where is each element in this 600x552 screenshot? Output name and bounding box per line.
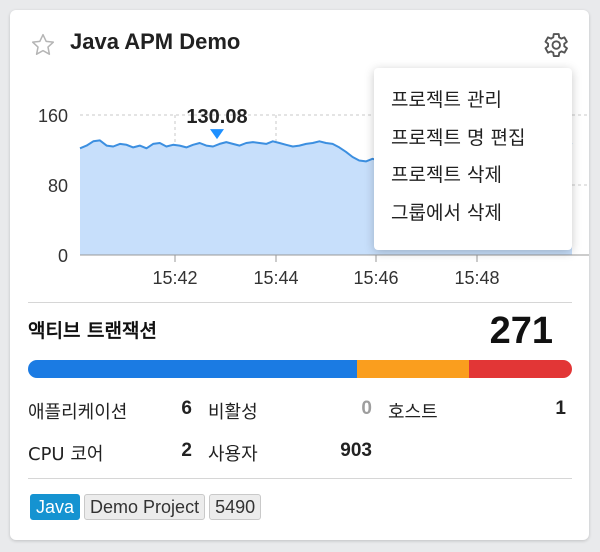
- x-tick-label: 15:48: [454, 268, 499, 288]
- active-transactions-bar[interactable]: [28, 360, 572, 378]
- stat-applications-label: 애플리케이션: [28, 402, 128, 423]
- y-tick-label: 80: [48, 176, 68, 196]
- stat-cpu-cores-value: 2: [181, 440, 192, 461]
- tag-java[interactable]: Java: [30, 494, 81, 520]
- tag-project-code[interactable]: 5490: [209, 494, 262, 520]
- menu-item-edit-project-name[interactable]: 프로젝트 명 편집: [374, 120, 572, 158]
- stat-cpu-cores-label: CPU 코어: [28, 444, 104, 465]
- star-outline-icon[interactable]: [30, 32, 56, 58]
- active-transactions-value: 271: [489, 310, 553, 352]
- tag-list: Java Demo Project 5490: [30, 494, 262, 520]
- stat-users-value[interactable]: 903: [312, 440, 372, 462]
- stat-hosts-label: 호스트: [388, 402, 438, 423]
- stat-applications-value[interactable]: 6: [132, 398, 192, 420]
- project-context-menu: 프로젝트 관리 프로젝트 명 편집 프로젝트 삭제 그룹에서 삭제: [374, 68, 572, 250]
- peak-value-label: 130.08: [186, 106, 247, 128]
- stat-users-label: 사용자: [208, 444, 258, 465]
- y-tick-label: 0: [58, 246, 68, 266]
- gear-icon[interactable]: [540, 30, 570, 60]
- x-tick-label: 15:44: [253, 268, 298, 288]
- y-tick-label: 160: [38, 106, 68, 126]
- active-transactions-bar-segment[interactable]: [468, 360, 572, 378]
- stat-inactive-value[interactable]: 0: [312, 398, 372, 420]
- divider: [28, 478, 572, 479]
- menu-item-remove-from-group[interactable]: 그룹에서 삭제: [374, 195, 572, 233]
- active-transactions-bar-segment[interactable]: [28, 360, 357, 378]
- project-card: Java APM Demo 160 80 0 15:42 15:44 15:46 15:48…: [10, 10, 589, 540]
- menu-item-project-manage[interactable]: 프로젝트 관리: [374, 82, 572, 120]
- tag-demo-project[interactable]: Demo Project: [84, 494, 206, 520]
- project-title: Java APM Demo: [70, 29, 241, 54]
- x-tick-label: 15:46: [353, 268, 398, 288]
- x-tick-label: 15:42: [152, 268, 197, 288]
- stat-inactive-label: 비활성: [208, 402, 258, 423]
- active-transactions-bar-segment[interactable]: [356, 360, 469, 378]
- menu-item-delete-project[interactable]: 프로젝트 삭제: [374, 157, 572, 195]
- active-transactions-label: 액티브 트랜잭션: [28, 320, 157, 342]
- divider: [28, 302, 572, 303]
- peak-marker-icon: [210, 129, 224, 140]
- stat-hosts-value[interactable]: 1: [506, 398, 566, 420]
